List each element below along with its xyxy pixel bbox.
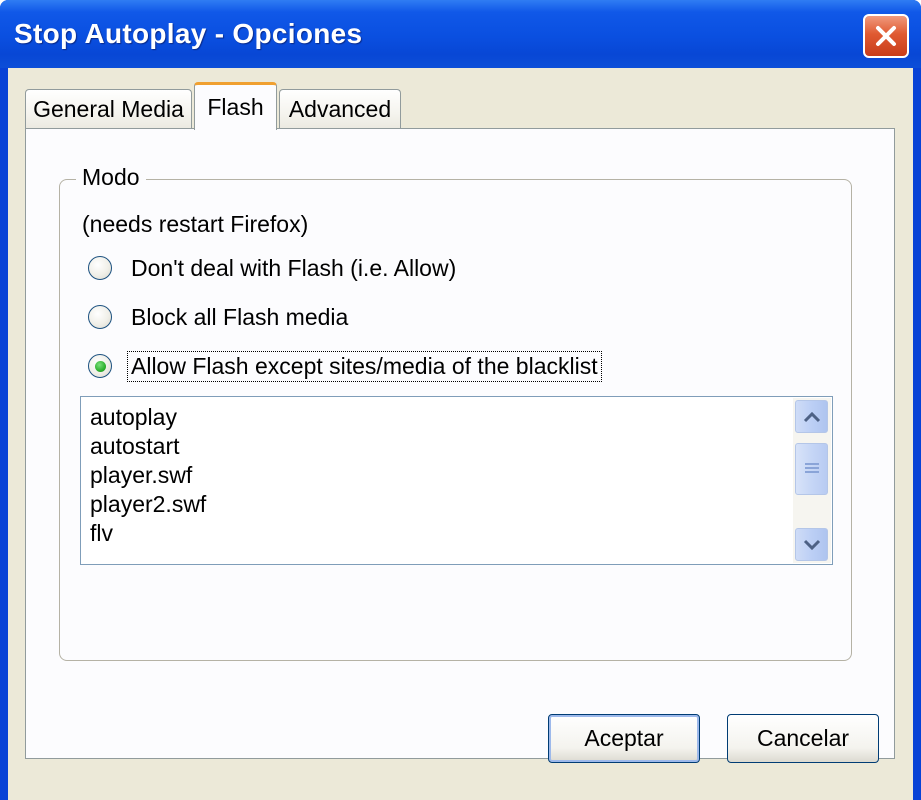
radio-block-all[interactable]: Block all Flash media — [88, 300, 351, 334]
tab-label: General Media — [33, 96, 184, 122]
list-item[interactable]: autostart — [90, 432, 206, 461]
restart-note: (needs restart Firefox) — [82, 211, 309, 237]
grip-icon — [804, 463, 819, 475]
tab-label: Flash — [207, 94, 264, 120]
radio-label: Block all Flash media — [131, 303, 349, 330]
scroll-up-button[interactable] — [795, 400, 828, 433]
close-icon — [876, 26, 896, 46]
title-bar[interactable]: Stop Autoplay - Opciones — [0, 0, 921, 68]
vertical-scrollbar[interactable] — [793, 398, 831, 563]
radio-label: Don't deal with Flash (i.e. Allow) — [131, 254, 457, 281]
blacklist-items: autoplay autostart player.swf player2.sw… — [90, 403, 206, 548]
radio-label: Allow Flash except sites/media of the bl… — [127, 350, 602, 382]
close-button[interactable] — [863, 14, 909, 58]
radio-button[interactable] — [88, 305, 112, 329]
blacklist-listbox[interactable]: autoplay autostart player.swf player2.sw… — [80, 396, 833, 565]
window-title: Stop Autoplay - Opciones — [14, 18, 363, 49]
list-item[interactable]: player.swf — [90, 461, 206, 490]
list-item[interactable]: autoplay — [90, 403, 206, 432]
chevron-up-icon — [803, 411, 820, 422]
radio-dont-deal[interactable]: Don't deal with Flash (i.e. Allow) — [88, 251, 459, 285]
tab-panel-flash: Modo (needs restart Firefox) Don't deal … — [25, 128, 895, 759]
list-item[interactable]: player2.swf — [90, 490, 206, 519]
scroll-thumb[interactable] — [795, 443, 828, 495]
dialog-window: Stop Autoplay - Opciones General Media F… — [0, 0, 921, 800]
chevron-down-icon — [803, 539, 820, 550]
cancel-button[interactable]: Cancelar — [727, 714, 879, 763]
list-item[interactable]: flv — [90, 519, 206, 548]
radio-button[interactable] — [88, 354, 112, 378]
tab-label: Advanced — [288, 96, 392, 122]
dialog-client-area: General Media Flash Advanced Modo (needs… — [8, 68, 913, 800]
tab-advanced[interactable]: Advanced — [279, 89, 401, 129]
tab-general-media[interactable]: General Media — [25, 89, 192, 129]
radio-allow-except-blacklist[interactable]: Allow Flash except sites/media of the bl… — [88, 349, 602, 383]
tab-flash[interactable]: Flash — [194, 82, 277, 130]
groupbox-legend: Modo — [76, 164, 146, 191]
accept-button[interactable]: Aceptar — [548, 714, 700, 763]
radio-button[interactable] — [88, 256, 112, 280]
scroll-down-button[interactable] — [795, 528, 828, 561]
